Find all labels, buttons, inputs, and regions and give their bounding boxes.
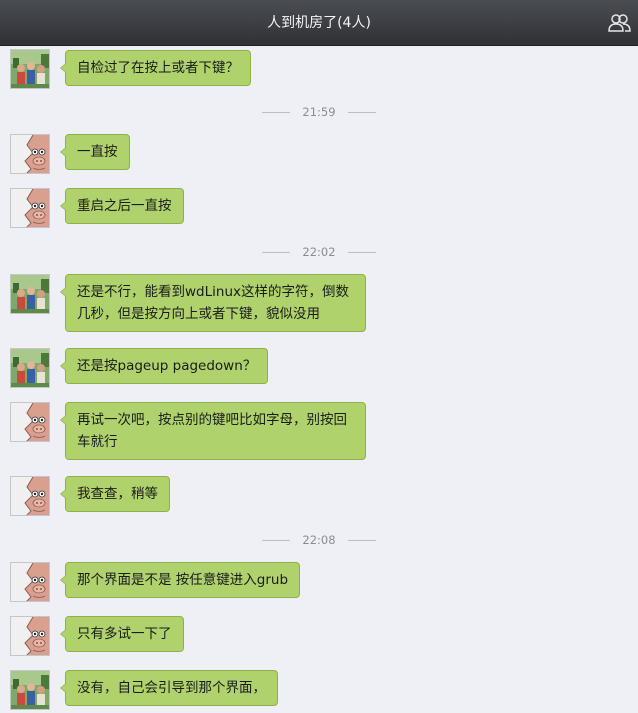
timestamp-label: 22:08 (302, 533, 336, 547)
timestamp-divider: 22:08 (0, 532, 638, 548)
message-bubble[interactable]: 只有多试一下了 (60, 616, 184, 652)
avatar-pig[interactable] (10, 616, 50, 656)
avatar-pig[interactable] (10, 188, 50, 228)
chat-title: 人到机房了(4人) (267, 15, 371, 31)
avatar-photo[interactable] (10, 670, 50, 710)
members-icon[interactable] (608, 13, 632, 33)
message-bubble[interactable]: 没有，自己会引导到那个界面， (60, 670, 278, 706)
avatar-photo[interactable] (10, 348, 50, 388)
message-bubble[interactable]: 还是不行，能看到wdLinux这样的字符，倒数几秒，但是按方向上或者下键，貌似没… (60, 274, 366, 332)
chat-titlebar: 人到机房了(4人) (0, 0, 638, 46)
message-bubble[interactable]: 还是按pageup pagedown？ (59, 348, 269, 384)
message-bubble[interactable]: 一直按 (60, 134, 130, 170)
avatar-pig[interactable] (10, 476, 50, 516)
message-bubble[interactable]: 自检过了在按上或者下键？ (60, 50, 251, 86)
timestamp-divider: 21:59 (0, 104, 638, 120)
message-bubble[interactable]: 那个界面是不是 按任意键进入grub (59, 562, 301, 598)
avatar-photo[interactable] (10, 49, 50, 89)
message-bubble[interactable]: 再试一次吧，按点别的键吧比如字母，别按回车就行 (60, 402, 366, 460)
avatar-photo[interactable] (10, 274, 50, 314)
timestamp-label: 22:02 (302, 245, 336, 259)
message-bubble[interactable]: 我查查，稍等 (60, 476, 170, 512)
timestamp-label: 21:59 (302, 105, 336, 119)
avatar-pig[interactable] (10, 134, 50, 174)
message-bubble[interactable]: 重启之后一直按 (60, 188, 184, 224)
avatar-pig[interactable] (10, 402, 50, 442)
timestamp-divider: 22:02 (0, 244, 638, 260)
avatar-pig[interactable] (10, 562, 50, 602)
